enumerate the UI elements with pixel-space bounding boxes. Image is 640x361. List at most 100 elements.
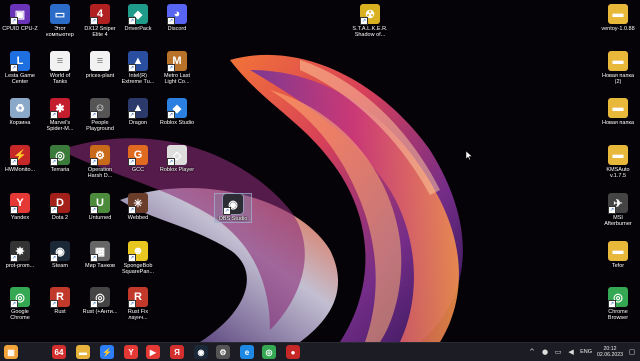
shortcut-arrow-icon: ↗ (50, 254, 58, 262)
desktop-icon-mir-tankov[interactable]: ▦ ↗ Мир Танков (82, 241, 118, 269)
volume-icon[interactable]: ◀ (567, 348, 575, 356)
taskbar-64-app[interactable]: 64 (52, 345, 66, 359)
taskbar-gear-app[interactable]: ⚙ (216, 345, 230, 359)
taskbar-edge-app[interactable]: e (240, 345, 254, 359)
desktop-icon-label: Rust (+Анти... (82, 309, 118, 315)
desktop-icon-folder[interactable]: ▬ Новая папка (600, 98, 636, 126)
desktop-icon-sniper-elite[interactable]: 4 ↗ DX12 Sniper Elite 4 (82, 4, 118, 38)
desktop-icon-label: Dragon (128, 120, 148, 126)
clock-date: 02.06.2023 (597, 352, 623, 358)
desktop-icon-spongebob[interactable]: ☻ ↗ SpongeBob SquarePan... (120, 241, 156, 275)
desktop-icon-driverpack[interactable]: ◆ ↗ DriverPack (120, 4, 156, 32)
taskbar-yandex-browser-app[interactable]: Я (170, 345, 184, 359)
desktop-icon-hwmonitor[interactable]: ⚡ ↗ HWMonito... (2, 145, 38, 173)
desktop-icon-webbed[interactable]: ✳ ↗ Webbed (120, 193, 156, 221)
shortcut-arrow-icon: ↗ (128, 254, 136, 262)
shortcut-arrow-icon: ↗ (50, 206, 58, 214)
desktop-icon-yandex[interactable]: Y ↗ Yandex (2, 193, 38, 221)
taskbar-folder-app[interactable]: ▬ (76, 345, 90, 359)
desktop-icon-folder[interactable]: ▬ Tefor (600, 241, 636, 269)
desktop-icon-roblox-player[interactable]: ◇ ↗ Roblox Player (159, 145, 195, 173)
microphone-icon[interactable]: ● (541, 348, 549, 356)
desktop-icon-label: Discord (167, 26, 187, 32)
desktop-icon-discord[interactable]: ◕ ↗ Discord (159, 4, 195, 32)
desktop-icon-recycle-bin[interactable]: ♻ Корзина (2, 98, 38, 126)
shortcut-arrow-icon: ↗ (128, 158, 136, 166)
desktop-icon-label: GCC (131, 167, 145, 173)
taskbar-record-app[interactable]: ● (286, 345, 300, 359)
taskbar-lightning-icon: ⚡ (102, 347, 112, 357)
desktop-icon-intel[interactable]: ▲ ↗ Intel(R) Extreme Tu... (120, 51, 156, 85)
taskbar-media-app[interactable]: ▶ (146, 345, 160, 359)
folder-icon: ▬ (608, 4, 628, 24)
desktop-icon-rust-fix[interactable]: R ↗ Rust Fix лаунч... (120, 287, 156, 321)
chevron-up-icon[interactable]: ^ (528, 348, 536, 356)
desktop-icon-stalker[interactable]: ☢ ↗ S.T.A.L.K.E.R. Shadow of... (352, 4, 388, 38)
desktop-icon-label: SpongeBob SquarePan... (121, 263, 155, 276)
desktop-icon-document[interactable]: ≡ World of Tanks (42, 51, 78, 85)
notifications-icon[interactable]: ▢ (628, 348, 636, 356)
network-icon[interactable]: ▭ (554, 348, 562, 356)
taskbar-steam-icon: ◉ (197, 347, 205, 357)
shortcut-arrow-icon: ↗ (608, 300, 616, 308)
desktop-icon-label: Metro Last Light Co... (164, 73, 190, 86)
desktop-icon-roblox-studio[interactable]: ◆ ↗ Roblox Studio (159, 98, 195, 126)
language-indicator[interactable]: ENG (580, 349, 592, 355)
desktop-icon-cpuz[interactable]: ▣ ↗ CPUID CPU-Z (2, 4, 38, 32)
desktop-icon-steam[interactable]: ◉ ↗ Steam (42, 241, 78, 269)
desktop-icon-label: CPUID CPU-Z (2, 26, 38, 32)
shortcut-arrow-icon: ↗ (10, 64, 18, 72)
desktop-icon-metro[interactable]: M ↗ Metro Last Light Co... (159, 51, 195, 85)
desktop-icon-document[interactable]: ≡ prices-plant (82, 51, 118, 79)
taskbar-yandex-app[interactable]: Y (124, 345, 138, 359)
folder-icon: ▬ (608, 241, 628, 261)
taskbar-chrome-app[interactable]: ◎ (262, 345, 276, 359)
desktop-icon-label: Steam (52, 263, 68, 269)
desktop-icon-folder[interactable]: ▬ Новая папка (2) (600, 51, 636, 85)
desktop-icon-terraria[interactable]: ◎ ↗ Terraria (42, 145, 78, 173)
shortcut-arrow-icon: ↗ (128, 111, 136, 119)
start-button[interactable]: ▦ (4, 345, 18, 359)
desktop-icon-folder[interactable]: ▬ ventoy-1.0.88 (600, 4, 636, 32)
desktop-icon-people-playground[interactable]: ☺ ↗ People Playground (82, 98, 118, 132)
desktop-icon-label: Chrome Browser (607, 309, 629, 322)
shortcut-arrow-icon: ↗ (10, 254, 18, 262)
taskbar-lightning-app[interactable]: ⚡ (100, 345, 114, 359)
desktop-icon-gcc[interactable]: G ↗ GCC (120, 145, 156, 173)
desktop-icon-obs[interactable]: ◉ ↗ OBS Studio (214, 193, 252, 224)
desktop-icon-lesta[interactable]: L ↗ Lesta Game Center (2, 51, 38, 85)
desktop-icon-unturned[interactable]: U ↗ Unturned (82, 193, 118, 221)
shortcut-arrow-icon: ↗ (90, 300, 98, 308)
taskbar-folder-icon: ▬ (79, 347, 87, 357)
shortcut-arrow-icon: ↗ (167, 158, 175, 166)
desktop-icon-spiderman[interactable]: ✱ ↗ Marvel's Spider-M... (42, 98, 78, 132)
taskbar-steam-app[interactable]: ◉ (194, 345, 208, 359)
desktop-icon-this-pc[interactable]: ▭ Этот компьютер (42, 4, 78, 38)
desktop-icon-prot-prom[interactable]: ✸ ↗ prot-prom... (2, 241, 38, 269)
shortcut-arrow-icon: ↗ (167, 64, 175, 72)
shortcut-arrow-icon: ↗ (167, 17, 175, 25)
desktop-icon-chrome[interactable]: ◎ ↗ Chrome Browser (600, 287, 636, 321)
shortcut-arrow-icon: ↗ (360, 17, 368, 25)
desktop-icon-dragon[interactable]: ▲ ↗ Dragon (120, 98, 156, 126)
desktop-icon-operation-harsh[interactable]: ⚙ ↗ Operation Harsh D... (82, 145, 118, 179)
desktop-icon-label: Google Chrome (10, 309, 30, 322)
desktop-icon-label: MSI Afterburner (604, 215, 632, 228)
clock[interactable]: 20:12 02.06.2023 (597, 346, 623, 359)
shortcut-arrow-icon: ↗ (167, 111, 175, 119)
desktop-icon-rust-anti[interactable]: ◎ ↗ Rust (+Анти... (82, 287, 118, 315)
shortcut-arrow-icon: ↗ (10, 17, 18, 25)
desktop-icon-chrome[interactable]: ◎ ↗ Google Chrome (2, 287, 38, 321)
desktop-icon-label: Roblox Player (159, 167, 195, 173)
desktop-icon-rust[interactable]: R ↗ Rust (42, 287, 78, 315)
shortcut-arrow-icon: ↗ (90, 111, 98, 119)
desktop-icon-dota2[interactable]: D ↗ Dota 2 (42, 193, 78, 221)
desktop-icon-msi-afterburner[interactable]: ✈ ↗ MSI Afterburner (600, 193, 636, 227)
desktop-icon-folder[interactable]: ▬ KMSAuto v.1.7.5 (600, 145, 636, 179)
taskbar-media-icon: ▶ (149, 347, 157, 357)
shortcut-arrow-icon: ↗ (10, 158, 18, 166)
desktop-icon-label: OBS Studio (218, 216, 248, 222)
desktop-icon-label: prices-plant (85, 73, 115, 79)
taskbar-gear-icon: ⚙ (219, 347, 227, 357)
desktop-icon-label: Rust Fix лаунч... (127, 309, 149, 322)
